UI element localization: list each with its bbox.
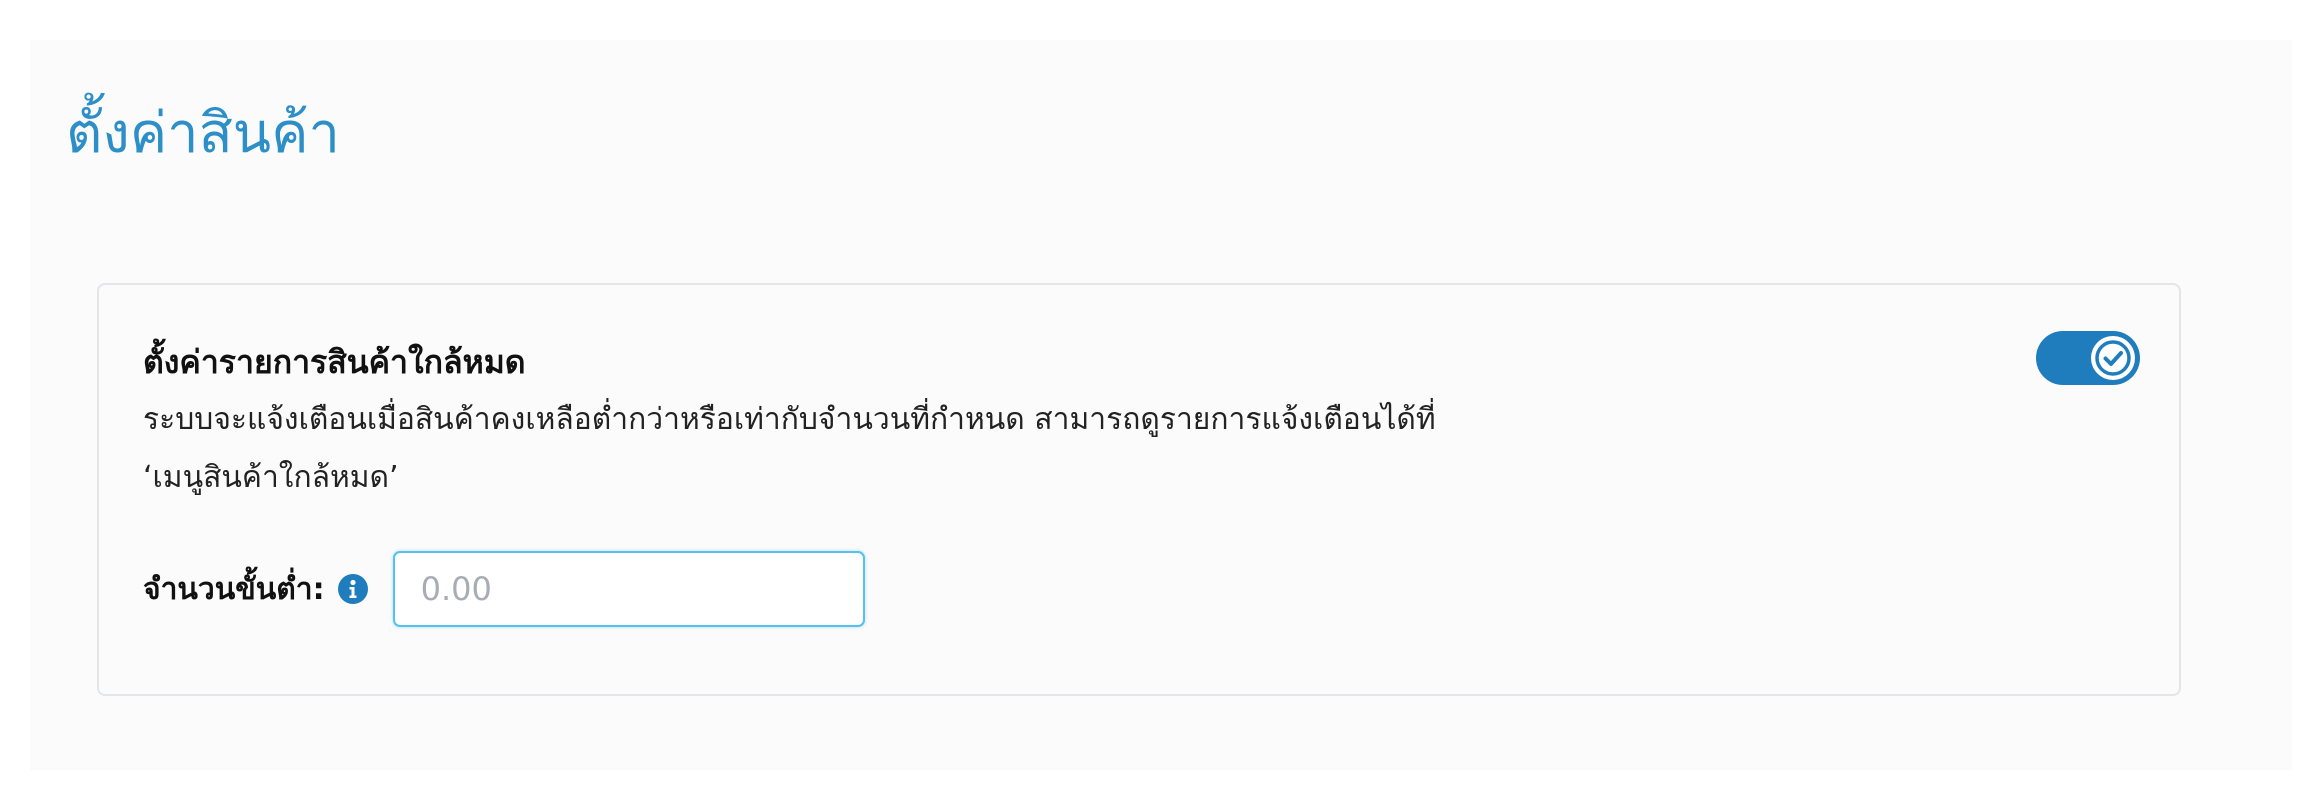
min-quantity-row: จำนวนขั้นต่ำ: bbox=[143, 551, 865, 627]
check-icon bbox=[2091, 336, 2135, 380]
info-icon[interactable] bbox=[337, 573, 369, 605]
low-stock-settings-card: ตั้งค่ารายการสินค้าใกล้หมด ระบบจะแจ้งเตื… bbox=[97, 283, 2181, 696]
page-title: ตั้งค่าสินค้า bbox=[66, 101, 340, 166]
low-stock-description-line-1: ระบบจะแจ้งเตือนเมื่อสินค้าคงเหลือต่ำกว่า… bbox=[143, 402, 1436, 437]
low-stock-title: ตั้งค่ารายการสินค้าใกล้หมด bbox=[143, 343, 526, 381]
low-stock-description-line-2: ‘เมนูสินค้าใกล้หมด’ bbox=[143, 460, 399, 495]
min-quantity-input[interactable] bbox=[392, 551, 865, 627]
low-stock-toggle[interactable] bbox=[2036, 331, 2140, 385]
min-quantity-label: จำนวนขั้นต่ำ: bbox=[143, 571, 325, 607]
